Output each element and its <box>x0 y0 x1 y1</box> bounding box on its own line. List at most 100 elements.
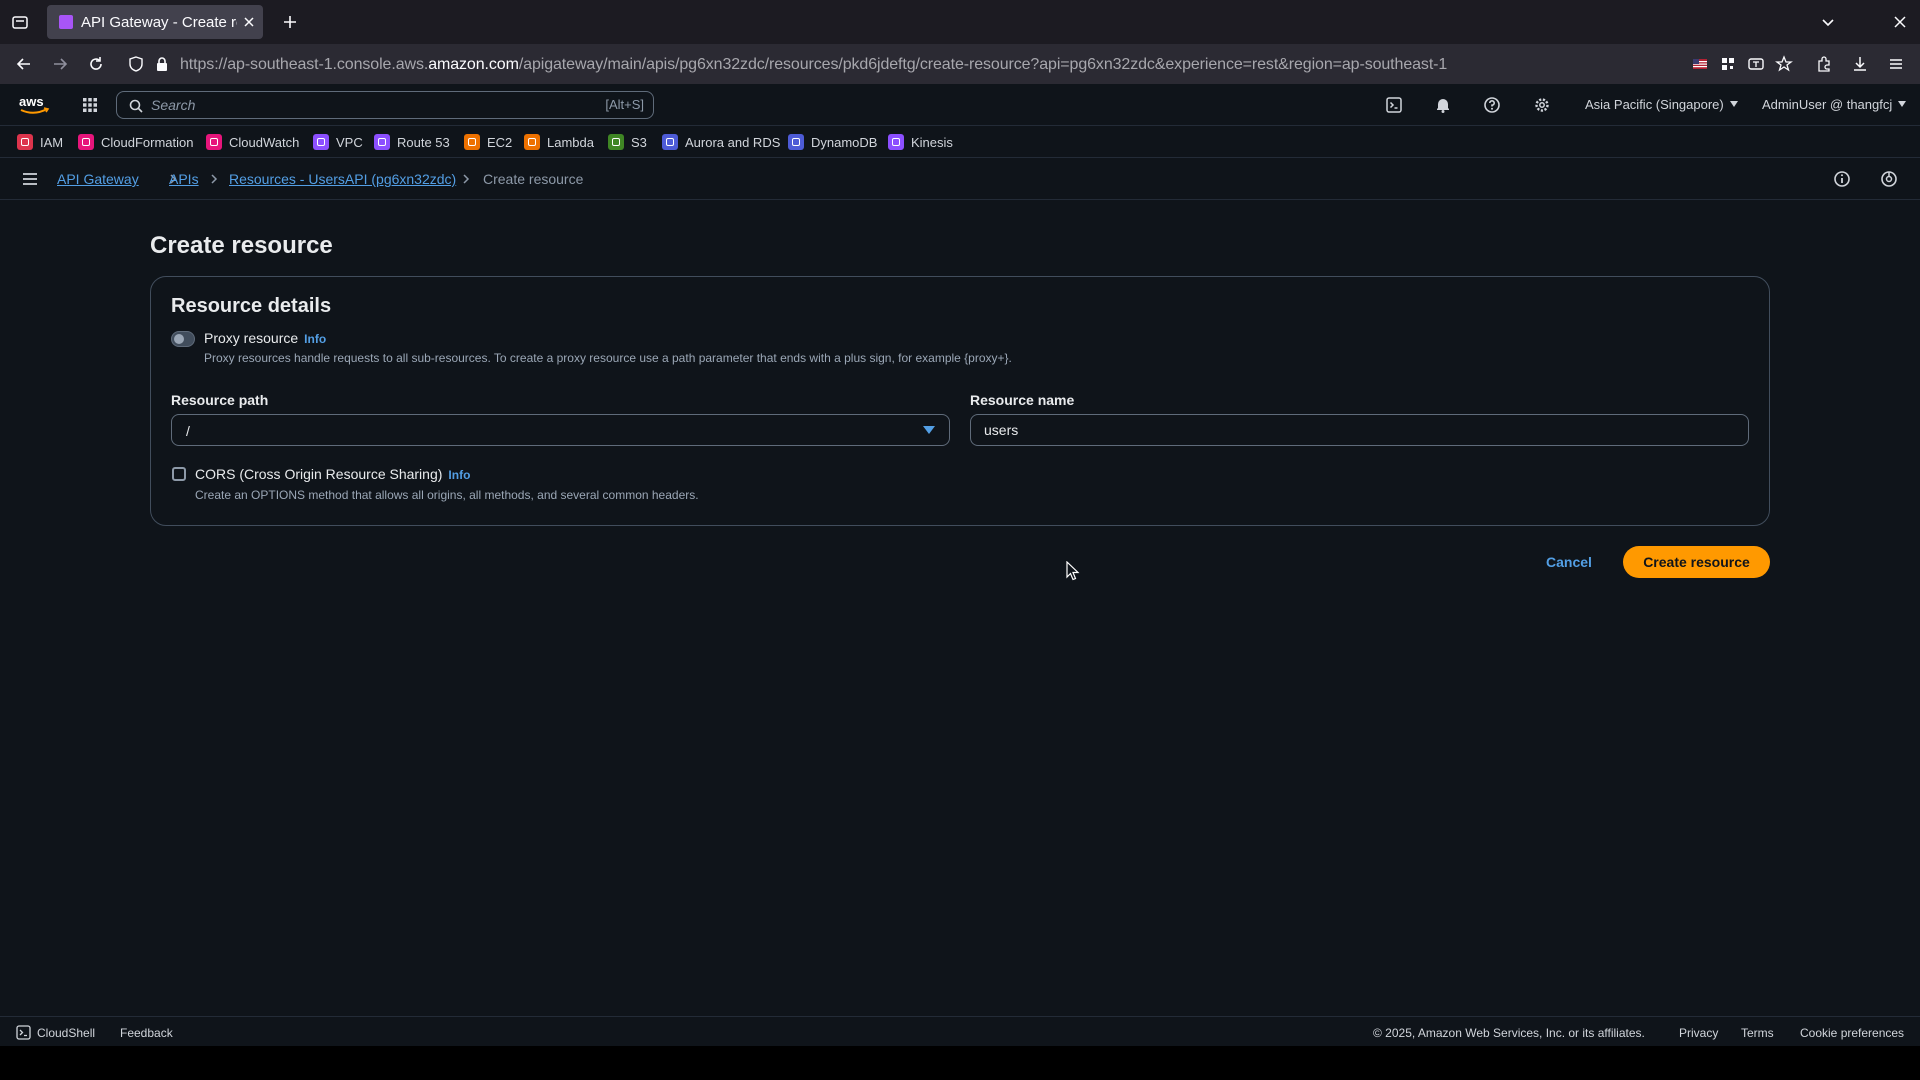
favorite-route53[interactable]: Route 53 <box>374 133 450 151</box>
search-icon <box>128 98 144 114</box>
page-title: Create resource <box>150 232 333 259</box>
aws-top-navigation: aws [Alt+S] Asia Pacific (Singapore) Adm… <box>0 84 1920 126</box>
cors-checkbox[interactable] <box>172 467 186 481</box>
resource-name-label: Resource name <box>970 392 1075 408</box>
privacy-link[interactable]: Privacy <box>1679 1026 1718 1040</box>
info-panel-icon[interactable] <box>1832 169 1852 189</box>
console-search[interactable]: [Alt+S] <box>116 91 654 119</box>
favorite-dynamodb[interactable]: DynamoDB <box>788 133 877 151</box>
cloudshell-icon[interactable] <box>1384 95 1404 115</box>
favorite-cloudformation[interactable]: CloudFormation <box>78 133 194 151</box>
route53-service-icon <box>374 134 390 150</box>
resource-path-label: Resource path <box>171 392 269 408</box>
resource-details-panel: Resource details Proxy resource Info Prox… <box>150 276 1770 526</box>
favorite-aurora-rds[interactable]: Aurora and RDS <box>662 133 780 151</box>
list-all-tabs-icon[interactable] <box>1818 12 1838 32</box>
favorite-ec2[interactable]: EC2 <box>464 133 512 151</box>
caret-down-icon <box>923 426 935 434</box>
tab-title: API Gateway - Create resource <box>81 14 237 31</box>
terms-link[interactable]: Terms <box>1741 1026 1774 1040</box>
breadcrumb: API Gateway APIs Resources - UsersAPI (p… <box>0 158 1920 200</box>
proxy-resource-toggle[interactable] <box>171 331 195 347</box>
back-icon[interactable] <box>14 54 34 74</box>
rds-service-icon <box>662 134 678 150</box>
browser-tab-active[interactable]: API Gateway - Create resource <box>47 5 263 39</box>
section-title: Resource details <box>171 295 332 317</box>
proxy-resource-description: Proxy resources handle requests to all s… <box>204 351 1012 365</box>
ec2-service-icon <box>464 134 480 150</box>
services-grid-icon[interactable] <box>80 95 100 115</box>
favorite-kinesis[interactable]: Kinesis <box>888 133 953 151</box>
vpc-service-icon <box>313 134 329 150</box>
breadcrumb-resources[interactable]: Resources - UsersAPI (pg6xn32zdc) <box>229 171 456 187</box>
url-text: https://ap-southeast-1.console.aws.amazo… <box>180 56 1448 73</box>
tools-panel-icon[interactable] <box>1879 169 1899 189</box>
toggle-knob <box>174 334 184 344</box>
iam-service-icon <box>17 134 33 150</box>
dynamodb-service-icon <box>788 134 804 150</box>
cors-description: Create an OPTIONS method that allows all… <box>195 488 699 502</box>
flag-us-icon[interactable] <box>1690 54 1710 74</box>
chevron-right-icon <box>459 172 473 186</box>
tab-list-icon[interactable] <box>10 12 30 32</box>
window-close-icon[interactable] <box>1890 12 1910 32</box>
account-label: AdminUser @ thangfcj <box>1762 97 1893 112</box>
forward-icon[interactable] <box>50 54 70 74</box>
proxy-info-link[interactable]: Info <box>304 332 326 346</box>
cloudformation-service-icon <box>78 134 94 150</box>
reload-icon[interactable] <box>86 54 106 74</box>
tracking-protection-icon[interactable] <box>126 54 146 74</box>
favorites-bar: IAM CloudFormation CloudWatch VPC Route … <box>0 126 1920 158</box>
create-resource-button[interactable]: Create resource <box>1623 546 1770 578</box>
tab-close-icon[interactable] <box>241 14 257 30</box>
copyright: © 2025, Amazon Web Services, Inc. or its… <box>1373 1026 1645 1040</box>
url-bar[interactable]: https://ap-southeast-1.console.aws.amazo… <box>120 47 1640 81</box>
region-selector[interactable]: Asia Pacific (Singapore) <box>1585 97 1738 112</box>
settings-gear-icon[interactable] <box>1532 95 1552 115</box>
app-menu-icon[interactable] <box>1886 54 1906 74</box>
search-input[interactable] <box>151 96 531 114</box>
kinesis-service-icon <box>888 134 904 150</box>
resource-path-value: / <box>186 423 190 439</box>
chevron-right-icon <box>207 172 221 186</box>
caret-down-icon <box>1898 101 1907 107</box>
feedback-link[interactable]: Feedback <box>120 1026 173 1040</box>
notifications-bell-icon[interactable] <box>1433 95 1453 115</box>
resource-path-select[interactable]: / <box>171 414 950 446</box>
help-icon[interactable] <box>1482 95 1502 115</box>
side-navigation-toggle-icon[interactable] <box>20 169 40 189</box>
favorite-s3[interactable]: S3 <box>608 133 647 151</box>
proxy-resource-label: Proxy resource Info <box>204 330 327 346</box>
breadcrumb-apis[interactable]: APIs <box>169 171 199 187</box>
bottom-strip <box>0 1046 1920 1080</box>
mouse-cursor-icon <box>1066 561 1080 581</box>
lock-icon[interactable] <box>152 54 172 74</box>
favorite-cloudwatch[interactable]: CloudWatch <box>206 133 299 151</box>
favorite-lambda[interactable]: Lambda <box>524 133 594 151</box>
new-tab-icon[interactable] <box>280 12 300 32</box>
downloads-icon[interactable] <box>1850 54 1870 74</box>
extensions-icon[interactable] <box>1814 54 1834 74</box>
translate-icon[interactable] <box>1746 54 1766 74</box>
browser-navigation-bar: https://ap-southeast-1.console.aws.amazo… <box>0 44 1920 84</box>
account-menu[interactable]: AdminUser @ thangfcj <box>1762 97 1907 112</box>
cors-info-link[interactable]: Info <box>448 468 470 482</box>
search-shortcut: [Alt+S] <box>605 97 644 112</box>
favorite-iam[interactable]: IAM <box>17 133 63 151</box>
cancel-button[interactable]: Cancel <box>1530 547 1608 577</box>
resource-name-input[interactable] <box>970 414 1749 446</box>
favorite-vpc[interactable]: VPC <box>313 133 363 151</box>
cookie-preferences-link[interactable]: Cookie preferences <box>1800 1026 1904 1040</box>
bookmark-star-icon[interactable] <box>1774 54 1794 74</box>
api-gateway-favicon-icon <box>59 15 73 29</box>
caret-down-icon <box>1729 101 1738 107</box>
aws-logo-icon[interactable]: aws <box>17 93 53 117</box>
breadcrumb-api-gateway[interactable]: API Gateway <box>57 171 139 187</box>
cloudshell-link[interactable]: CloudShell <box>37 1026 95 1040</box>
qr-code-icon[interactable] <box>1718 54 1738 74</box>
console-footer: CloudShell Feedback © 2025, Amazon Web S… <box>0 1016 1920 1046</box>
lambda-service-icon <box>524 134 540 150</box>
cloudshell-icon[interactable] <box>16 1025 31 1040</box>
svg-text:aws: aws <box>19 94 44 109</box>
region-label: Asia Pacific (Singapore) <box>1585 97 1724 112</box>
